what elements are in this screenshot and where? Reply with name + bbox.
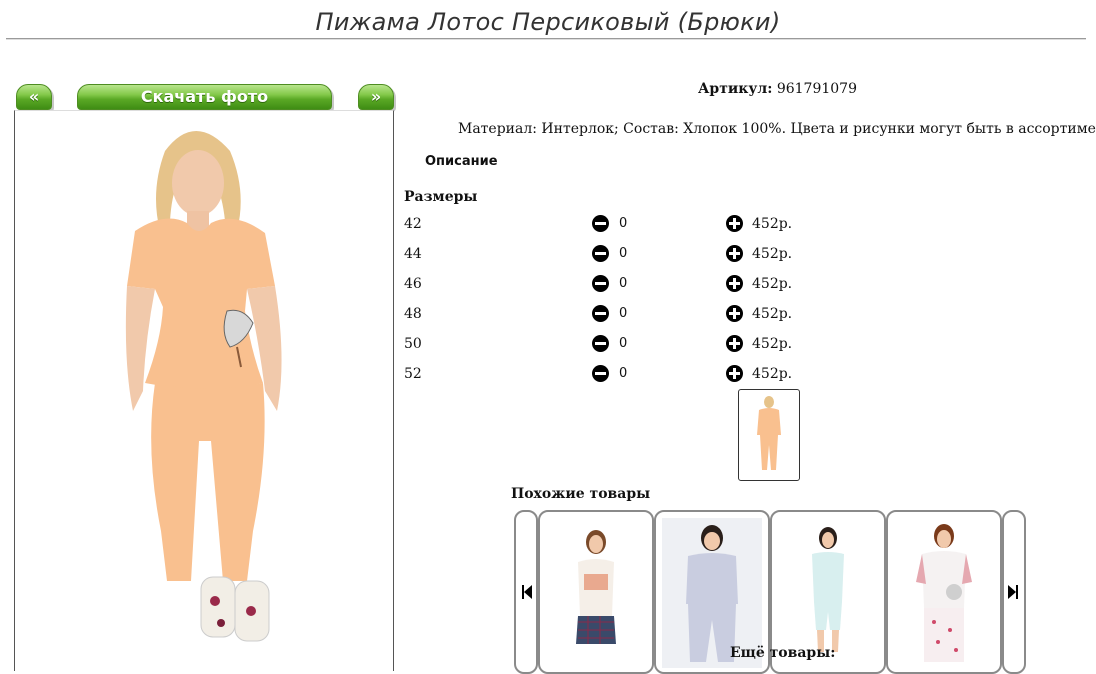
product-main-photo[interactable] <box>14 110 394 671</box>
carousel-prev-button[interactable] <box>514 510 538 674</box>
carousel-next-button[interactable] <box>1002 510 1026 674</box>
size-row: 48 0 452р. <box>404 305 824 326</box>
title-divider <box>6 38 1086 39</box>
decrease-quantity-icon[interactable] <box>592 305 609 322</box>
quantity-value: 0 <box>619 336 628 351</box>
model-photo-illustration <box>15 111 393 671</box>
similar-item[interactable] <box>886 510 1002 674</box>
quantity-value: 0 <box>619 216 628 231</box>
download-photo-button[interactable]: Скачать фото <box>77 84 332 110</box>
article-line: Артикул: 961791079 <box>698 81 857 97</box>
skip-back-icon <box>522 585 532 599</box>
price-value: 452р. <box>752 276 793 292</box>
increase-quantity-icon[interactable] <box>726 335 743 352</box>
increase-quantity-icon[interactable] <box>726 245 743 262</box>
increase-quantity-icon[interactable] <box>726 215 743 232</box>
more-items-label: Ещё товары: <box>730 645 836 661</box>
size-row: 42 0 452р. <box>404 215 824 236</box>
quantity-value: 0 <box>619 366 628 381</box>
next-photo-button[interactable]: » <box>358 84 394 110</box>
similar-heading: Похожие товары <box>511 486 651 502</box>
size-label: 42 <box>404 216 422 232</box>
price-value: 452р. <box>752 306 793 322</box>
size-row: 46 0 452р. <box>404 275 824 296</box>
similar-item[interactable] <box>538 510 654 674</box>
increase-quantity-icon[interactable] <box>726 365 743 382</box>
description-heading[interactable]: Описание <box>425 154 498 169</box>
size-row: 50 0 452р. <box>404 335 824 356</box>
decrease-quantity-icon[interactable] <box>592 365 609 382</box>
size-row: 52 0 452р. <box>404 365 824 386</box>
increase-quantity-icon[interactable] <box>726 275 743 292</box>
decrease-quantity-icon[interactable] <box>592 275 609 292</box>
increase-quantity-icon[interactable] <box>726 305 743 322</box>
size-label: 46 <box>404 276 422 292</box>
size-label: 52 <box>404 366 422 382</box>
size-label: 44 <box>404 246 422 262</box>
quantity-value: 0 <box>619 246 628 261</box>
article-label: Артикул: <box>698 81 773 97</box>
photo-thumbnail[interactable] <box>738 389 800 481</box>
prev-photo-button[interactable]: « <box>16 84 52 110</box>
price-value: 452р. <box>752 336 793 352</box>
decrease-quantity-icon[interactable] <box>592 335 609 352</box>
similar-item-photo <box>576 530 616 644</box>
similar-item-photo <box>916 524 972 662</box>
material-text: Материал: Интерлок; Состав: Хлопок 100%.… <box>458 121 1096 137</box>
price-value: 452р. <box>752 366 793 382</box>
size-row: 44 0 452р. <box>404 245 824 266</box>
decrease-quantity-icon[interactable] <box>592 215 609 232</box>
price-value: 452р. <box>752 246 793 262</box>
article-value: 961791079 <box>776 81 857 97</box>
quantity-value: 0 <box>619 306 628 321</box>
page-title: Пижама Лотос Персиковый (Брюки) <box>315 8 781 36</box>
sizes-heading: Размеры <box>404 189 478 205</box>
price-value: 452р. <box>752 216 793 232</box>
thumbnail-illustration <box>757 396 781 470</box>
size-label: 48 <box>404 306 422 322</box>
size-label: 50 <box>404 336 422 352</box>
skip-forward-icon <box>1008 585 1018 599</box>
quantity-value: 0 <box>619 276 628 291</box>
decrease-quantity-icon[interactable] <box>592 245 609 262</box>
